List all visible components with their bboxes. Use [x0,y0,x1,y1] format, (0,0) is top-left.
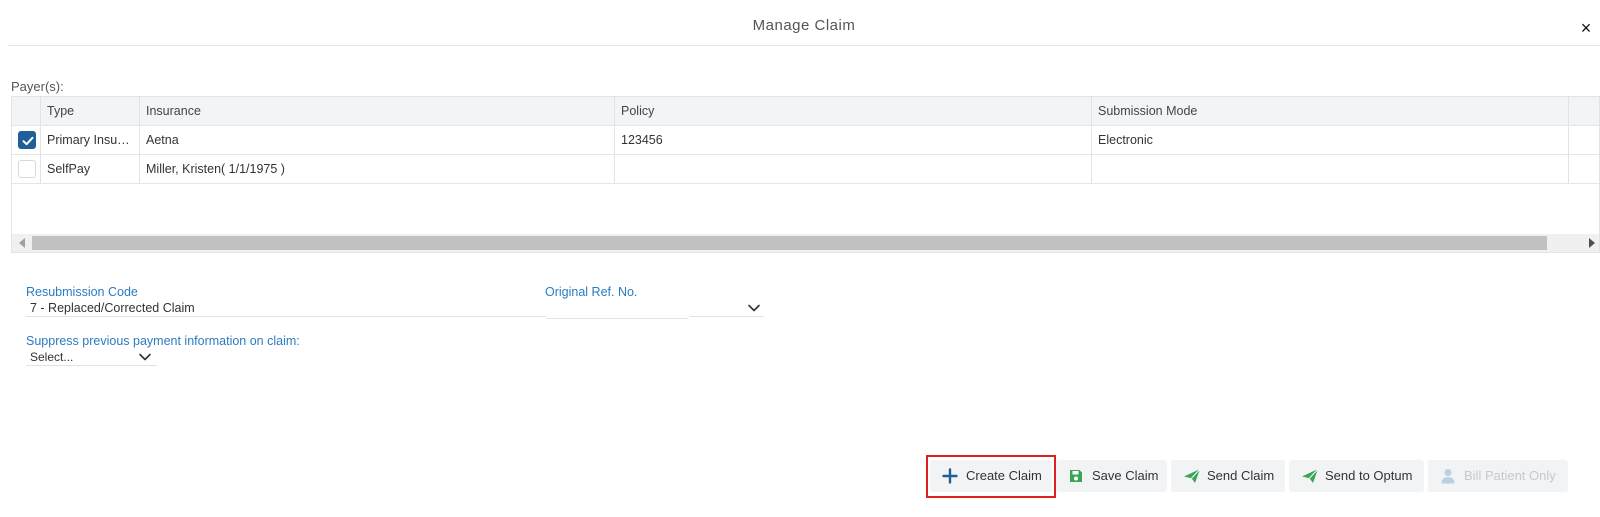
table-row[interactable]: Primary Insura... Aetna 123456 Electroni… [12,126,1599,155]
highlight-box [926,455,1056,498]
suppress-payment-label: Suppress previous payment information on… [26,334,300,348]
close-button[interactable]: × [1576,18,1596,38]
cell-insurance: Miller, Kristen( 1/1/1975 ) [140,155,615,183]
cell-submission-mode: Electronic [1092,126,1569,154]
original-ref-dropdown-underline [690,316,764,317]
scroll-left-icon[interactable] [19,238,25,248]
scroll-right-icon[interactable] [1589,238,1595,248]
resubmission-code-underline [26,316,546,317]
dialog-title: Manage Claim [752,17,856,34]
header-checkbox-cell [12,97,41,125]
suppress-payment-underline [26,365,157,366]
row-select-cell [12,126,41,154]
original-ref-input[interactable] [548,301,688,317]
scrollbar-thumb[interactable] [32,236,1547,250]
row-checkbox[interactable] [18,160,36,178]
chevron-down-icon[interactable] [138,352,152,362]
cell-type: Primary Insura... [41,126,140,154]
save-icon [1070,470,1082,482]
column-header-submission-mode[interactable]: Submission Mode [1092,97,1569,125]
close-icon[interactable]: × [1581,18,1592,38]
table-row[interactable]: SelfPay Miller, Kristen( 1/1/1975 ) [12,155,1599,184]
chevron-down-icon[interactable] [747,303,761,313]
resubmission-code-field[interactable]: 7 - Replaced/Corrected Claim [30,301,195,315]
cell-policy [615,155,1092,183]
original-ref-label: Original Ref. No. [545,285,638,299]
check-icon [22,136,34,146]
bill-patient-only-label: Bill Patient Only [1464,468,1556,483]
horizontal-scrollbar[interactable] [12,234,1599,252]
resubmission-code-label: Resubmission Code [26,285,138,299]
column-header-policy[interactable]: Policy [615,97,1092,125]
cell-policy: 123456 [615,126,1092,154]
bill-patient-only-button[interactable]: Bill Patient Only [1428,460,1568,492]
send-to-optum-label: Send to Optum [1325,468,1413,483]
cell-type: SelfPay [41,155,140,183]
cell-insurance: Aetna [140,126,615,154]
save-claim-button[interactable]: Save Claim [1056,460,1167,492]
send-claim-button[interactable]: Send Claim [1171,460,1285,492]
suppress-payment-select[interactable]: Select... [30,350,73,364]
row-checkbox[interactable] [18,131,36,149]
payers-grid: Type Insurance Policy Submission Mode Pr… [11,96,1600,253]
send-icon [1302,468,1319,483]
dialog-header: Manage Claim × [8,0,1600,46]
grid-header-row: Type Insurance Policy Submission Mode [12,97,1599,126]
cell-submission-mode [1092,155,1569,183]
save-claim-label: Save Claim [1092,468,1159,483]
row-select-cell [12,155,41,183]
user-icon [1441,469,1455,484]
send-icon [1184,468,1201,483]
column-header-type[interactable]: Type [41,97,140,125]
column-header-insurance[interactable]: Insurance [140,97,615,125]
original-ref-underline [546,318,688,319]
payers-label: Payer(s): [11,79,64,94]
send-claim-label: Send Claim [1207,468,1275,483]
send-to-optum-button[interactable]: Send to Optum [1289,460,1424,492]
